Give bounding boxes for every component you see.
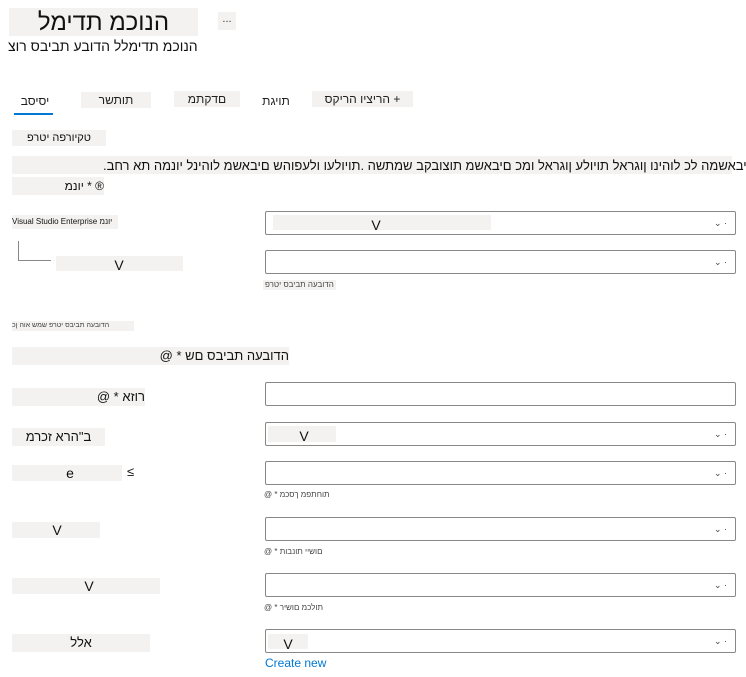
tab-review-create[interactable]: הריציו הריקס + — [312, 91, 413, 107]
chevron-down-icon: ⌄ · — [713, 218, 727, 228]
container-registry-hint: @ * תולכמ םושיר — [264, 603, 323, 612]
app-insights-hint: @ * םושיי תונבות — [264, 547, 323, 556]
active-tab-indicator — [14, 113, 53, 115]
tab-basics[interactable]: יסיסב — [17, 93, 53, 109]
tab-tags[interactable]: תויגת — [258, 93, 294, 109]
tab-advanced[interactable]: םדקתמ — [174, 91, 240, 107]
chevron-down-icon: ⌄ · — [713, 257, 727, 267]
resource-group-hint: הדובעה תביבס יטרפ — [263, 280, 336, 290]
subscription-name: Visual Studio Enterprise יונמ — [12, 215, 118, 229]
chevron-down-icon: ⌄ · — [713, 468, 727, 478]
project-description: רלש םיבאשמה לכ לוהינו ןוגראל תויולע ןוגר… — [103, 158, 746, 173]
page-subtitle: הנוכמ תדימלל הדובע תביבס רוצ — [8, 38, 198, 54]
storage-account-dropdown[interactable]: V ⌄ · — [265, 422, 736, 446]
chevron-down-icon: ⌄ · — [713, 636, 727, 646]
storage-account-label: ב"הרא זכרמ — [12, 428, 105, 446]
last-dropdown[interactable]: V ⌄ · — [265, 629, 736, 653]
chevron-down-icon: ⌄ · — [713, 580, 727, 590]
container-registry-label-value: V — [84, 578, 94, 594]
chevron-down-icon: ⌄ · — [713, 429, 727, 439]
container-registry-label: V — [12, 578, 160, 594]
app-insights-label-value: V — [52, 522, 62, 538]
key-vault-label-value: e — [66, 465, 74, 481]
container-registry-dropdown[interactable]: ⌄ · — [265, 573, 736, 597]
app-insights-label: V — [12, 522, 100, 538]
storage-selected-value: V — [299, 428, 309, 444]
more-options-button[interactable]: ... — [218, 12, 236, 30]
key-vault-dropdown[interactable]: ⌄ · — [265, 461, 736, 485]
resource-group-label-value: V — [114, 257, 124, 273]
resource-group-dropdown[interactable]: ⌄ · — [265, 250, 736, 274]
info-icon[interactable]: ≤ — [127, 463, 134, 481]
last-field-label: אלל — [12, 634, 150, 652]
tree-connector — [18, 241, 51, 261]
project-details-heading: טקיורפה יטרפ — [12, 130, 106, 146]
tab-networking[interactable]: תותשר — [81, 92, 151, 108]
subscription-dropdown[interactable]: V ⌄ · — [265, 211, 736, 235]
resource-group-label: V — [56, 256, 183, 273]
instance-details-heading: הדובעה תביבס יטרפ שמש אוה ןכ — [12, 321, 134, 331]
chevron-down-icon: ⌄ · — [713, 524, 727, 534]
app-insights-dropdown[interactable]: ⌄ · — [265, 517, 736, 541]
subscription-label: יונמ * ® — [12, 177, 104, 195]
region-input[interactable] — [265, 382, 736, 406]
subscription-selected-value: V — [371, 217, 381, 233]
key-vault-hint: @ * תוחתפמ ךסכמ — [264, 490, 330, 499]
key-vault-label: e — [12, 465, 122, 481]
workspace-name-label: @ * הדובעה תביבס םש — [12, 347, 289, 365]
region-label: @ * רוזא — [12, 388, 145, 406]
last-selected-value: V — [283, 636, 293, 652]
create-new-link[interactable]: Create new — [265, 656, 326, 670]
page-title: הנוכמ תדימל — [9, 8, 198, 36]
